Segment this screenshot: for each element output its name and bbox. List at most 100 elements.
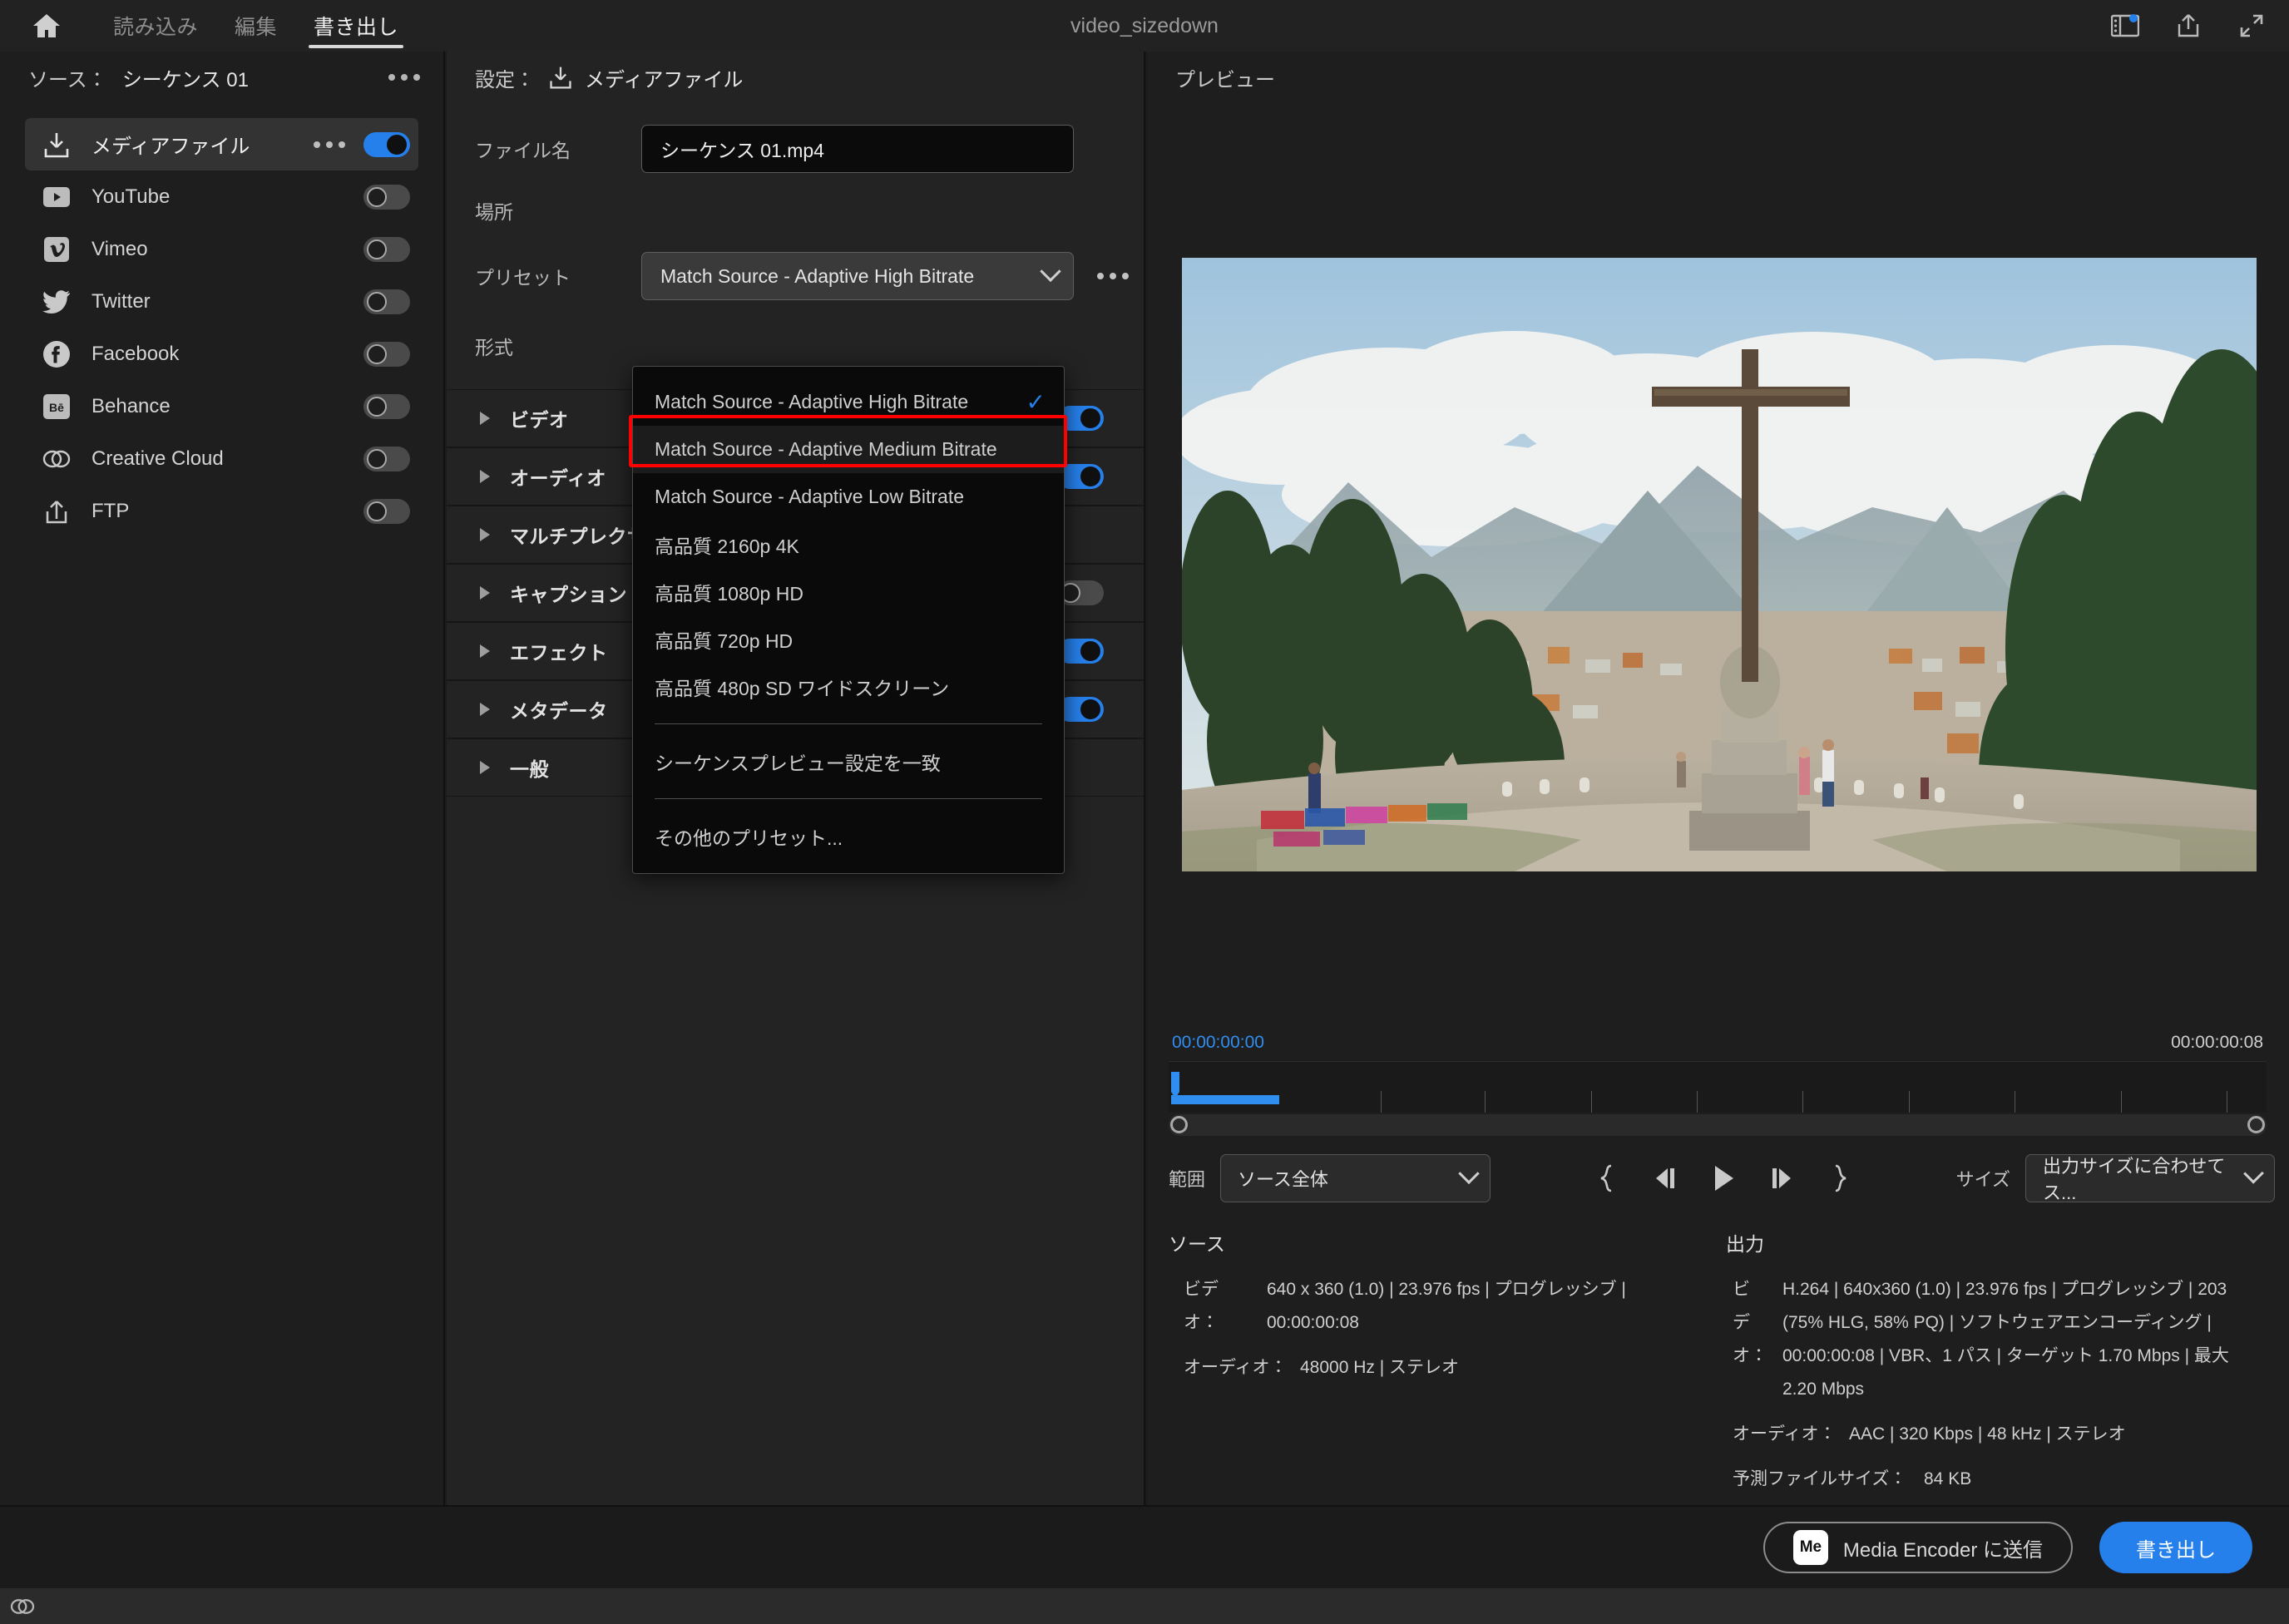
- tab-export[interactable]: 書き出し: [295, 0, 417, 52]
- vimeo-toggle[interactable]: [363, 236, 410, 262]
- preset-option-more-presets[interactable]: その他のプリセット...: [633, 812, 1064, 860]
- sidebar-item-media-file[interactable]: メディアファイル: [25, 118, 418, 170]
- timeline-in-out-bar[interactable]: [1171, 1095, 1279, 1104]
- timeline-playhead[interactable]: [1171, 1072, 1179, 1098]
- bottom-action-bar: Me Media Encoder に送信 書き出し: [0, 1505, 2289, 1588]
- size-label: サイズ: [1955, 1169, 2010, 1190]
- output-video-value-l3: 00:00:00:08 | VBR、1 パス | ターゲット 1.70 Mbps…: [1782, 1346, 2229, 1365]
- chevron-right-icon: [480, 703, 490, 716]
- location-label: 場所: [475, 201, 513, 223]
- fullscreen-icon[interactable]: [2236, 10, 2267, 42]
- sidebar-ellipsis-icon[interactable]: [388, 74, 420, 81]
- preset-dropdown-menu[interactable]: Match Source - Adaptive High Bitrate ✓ M…: [632, 366, 1065, 874]
- preset-option-2160p[interactable]: 高品質 2160p 4K: [633, 521, 1064, 568]
- preset-option-480p[interactable]: 高品質 480p SD ワイドスクリーン: [633, 663, 1064, 710]
- preset-option-match-sequence-preview[interactable]: シーケンスプレビュー設定を一致: [633, 738, 1064, 785]
- sidebar-item-ftp-label: FTP: [91, 499, 130, 522]
- twitter-toggle[interactable]: [363, 289, 410, 314]
- top-bar: 読み込み 編集 書き出し video_sizedown: [0, 0, 2289, 52]
- filename-input[interactable]: シーケンス 01.mp4: [641, 125, 1074, 173]
- send-to-media-encoder-button[interactable]: Me Media Encoder に送信: [1762, 1522, 2073, 1573]
- destination-list: メディアファイル YouTube Vimeo Twitter Facebook …: [0, 103, 443, 537]
- sidebar-item-behance[interactable]: Bē Behance: [25, 380, 418, 432]
- sidebar-item-creative-cloud[interactable]: Creative Cloud: [25, 432, 418, 485]
- play-icon[interactable]: [1707, 1162, 1740, 1195]
- output-filesize-line: 予測ファイルサイズ： 84 KB: [1733, 1464, 2283, 1494]
- sidebar-item-twitter[interactable]: Twitter: [25, 275, 418, 328]
- sidebar-item-facebook[interactable]: Facebook: [25, 328, 418, 380]
- svg-text:Bē: Bē: [49, 401, 64, 414]
- creative-cloud-icon: [38, 441, 75, 477]
- range-select[interactable]: ソース全体: [1220, 1154, 1491, 1202]
- preset-option-1080p[interactable]: 高品質 1080p HD: [633, 568, 1064, 615]
- sidebar-header: ソース： シーケンス 01: [0, 52, 443, 103]
- source-video-value-l1: 640 x 360 (1.0) | 23.976 fps | プログレッシブ |: [1267, 1280, 1626, 1299]
- mark-out-icon[interactable]: [1823, 1162, 1856, 1195]
- tab-import-label: 読み込み: [113, 16, 199, 39]
- home-icon[interactable]: [28, 7, 65, 44]
- timeline-end-time: 00:00:00:08: [2171, 1033, 2263, 1052]
- chevron-right-icon: [480, 761, 490, 774]
- top-right-icons: [2109, 0, 2267, 52]
- preview-header: プレビュー: [1147, 52, 2289, 103]
- preset-ellipsis-icon[interactable]: [1097, 273, 1129, 279]
- source-audio-value: 48000 Hz | ステレオ: [1300, 1358, 1460, 1377]
- creative-cloud-icon[interactable]: [10, 1596, 35, 1617]
- timeline-track[interactable]: [1169, 1061, 2267, 1113]
- sidebar-item-youtube[interactable]: YouTube: [25, 170, 418, 223]
- timeline-handle-left[interactable]: [1170, 1116, 1188, 1133]
- section-metadata-label: メタデータ: [510, 700, 608, 722]
- chevron-right-icon: [480, 644, 490, 658]
- preset-select[interactable]: Match Source - Adaptive High Bitrate: [641, 252, 1074, 300]
- source-label: ソース：: [28, 68, 107, 91]
- preset-option-480p-label: 高品質 480p SD ワイドスクリーン: [655, 677, 950, 699]
- chevron-down-icon: [1458, 1162, 1480, 1185]
- step-forward-icon[interactable]: [1765, 1162, 1798, 1195]
- share-icon[interactable]: [2173, 10, 2204, 42]
- preset-option-720p[interactable]: 高品質 720p HD: [633, 615, 1064, 663]
- export-button-label: 書き出し: [2136, 1538, 2216, 1562]
- facebook-toggle[interactable]: [363, 341, 410, 367]
- mark-in-icon[interactable]: [1590, 1162, 1624, 1195]
- timeline-scrollbar[interactable]: [1169, 1114, 2267, 1136]
- timeline-timecodes: 00:00:00:00 00:00:00:08: [1169, 1033, 2267, 1061]
- output-video-value-l4: 2.20 Mbps: [1782, 1380, 1865, 1399]
- source-video-key-l1: ビデ: [1184, 1280, 1219, 1299]
- output-filesize-key: 予測ファイルサイズ：: [1733, 1469, 1907, 1488]
- preset-option-low-bitrate[interactable]: Match Source - Adaptive Low Bitrate: [633, 473, 1064, 521]
- facebook-icon: [38, 336, 75, 373]
- timeline-handle-right[interactable]: [2247, 1116, 2265, 1133]
- output-audio-key: オーディオ：: [1733, 1424, 1837, 1444]
- ftp-toggle[interactable]: [363, 498, 410, 524]
- filename-label: ファイル名: [475, 140, 571, 161]
- ftp-icon: [38, 493, 75, 530]
- preset-option-medium-bitrate[interactable]: Match Source - Adaptive Medium Bitrate: [633, 426, 1064, 473]
- output-filesize-value: 84 KB: [1924, 1469, 1972, 1488]
- step-back-icon[interactable]: [1649, 1162, 1682, 1195]
- tab-edit[interactable]: 編集: [216, 0, 295, 52]
- youtube-toggle[interactable]: [363, 184, 410, 210]
- media-file-icon: [548, 65, 573, 90]
- media-file-toggle[interactable]: [363, 131, 410, 157]
- chevron-right-icon: [480, 528, 490, 541]
- sidebar-item-ftp[interactable]: FTP: [25, 485, 418, 537]
- preset-option-low-bitrate-label: Match Source - Adaptive Low Bitrate: [655, 486, 965, 507]
- creative-cloud-toggle[interactable]: [363, 446, 410, 471]
- sidebar-item-youtube-label: YouTube: [91, 185, 171, 208]
- preset-option-high-bitrate-label: Match Source - Adaptive High Bitrate: [655, 391, 969, 412]
- preview-video-frame: [1182, 258, 2257, 871]
- sidebar-item-behance-label: Behance: [91, 394, 171, 417]
- preview-controls: 範囲 ソース全体 サイズ 出力サイズに合わせてス...: [1169, 1149, 2275, 1207]
- workspace-icon[interactable]: [2109, 10, 2141, 42]
- preset-option-1080p-label: 高品質 1080p HD: [655, 582, 803, 605]
- preset-option-high-bitrate[interactable]: Match Source - Adaptive High Bitrate ✓: [633, 378, 1064, 426]
- main-area: ソース： シーケンス 01 メディアファイル YouTube Vimeo Twi…: [0, 52, 2289, 1505]
- tab-import[interactable]: 読み込み: [95, 0, 216, 52]
- range-select-value: ソース全体: [1238, 1169, 1328, 1190]
- size-select[interactable]: 出力サイズに合わせてス...: [2025, 1154, 2275, 1203]
- preview-header-label: プレビュー: [1175, 68, 1275, 91]
- sidebar-item-vimeo[interactable]: Vimeo: [25, 223, 418, 275]
- behance-toggle[interactable]: [363, 393, 410, 419]
- export-button[interactable]: 書き出し: [2099, 1522, 2252, 1573]
- media-file-ellipsis-icon[interactable]: [314, 141, 345, 148]
